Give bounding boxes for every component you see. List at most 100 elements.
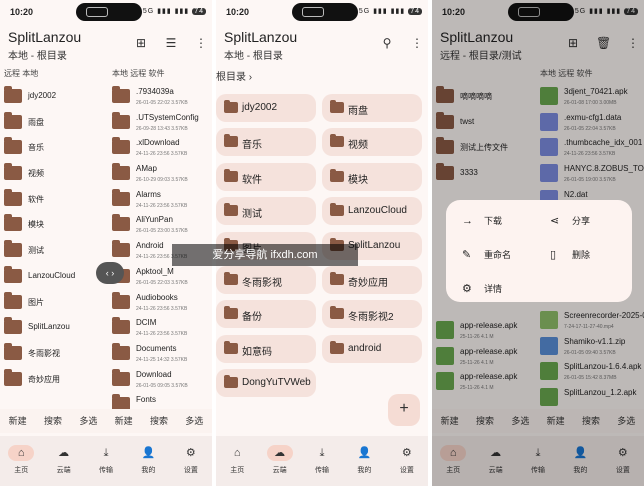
more-icon[interactable]: ⋮ (194, 36, 208, 50)
folder-name: 测试 (242, 209, 262, 221)
folder-icon (330, 272, 344, 285)
folder-chip[interactable]: jdy2002 (216, 94, 316, 122)
item-name: AMap (136, 164, 157, 174)
folder-chip[interactable]: 软件 (216, 162, 316, 191)
folder-icon (112, 240, 130, 258)
multi-select-button-right[interactable]: 多选 (177, 409, 212, 433)
folder-chip[interactable]: 测试 (216, 197, 316, 226)
folder-chip[interactable]: 奇妙应用 (322, 266, 422, 294)
nav-settings[interactable]: ⚙ 设置 (386, 436, 428, 486)
download-icon: ⤓ (103, 447, 109, 459)
folder-icon (112, 137, 130, 155)
list-item[interactable]: 雨盘 (4, 110, 104, 136)
folder-icon (224, 306, 238, 320)
nav-home[interactable]: ⌂ 主页 (0, 436, 42, 486)
nav-home[interactable]: ⌂ 主页 (216, 436, 258, 486)
nav-settings[interactable]: ⚙ 设置 (170, 436, 212, 486)
folder-chip[interactable]: android (322, 334, 422, 363)
nav-transfer[interactable]: ⤓ 传输 (301, 436, 343, 486)
new-button-left[interactable]: 新建 (0, 409, 35, 433)
search-icon[interactable]: ⚲ (380, 36, 394, 50)
list-item[interactable]: 音乐 (4, 135, 104, 161)
folder-icon (112, 342, 130, 360)
list-item[interactable]: .UTSystemConfig 26-09-28 13:43 3.57KB (112, 110, 212, 136)
item-name: 音乐 (28, 143, 44, 153)
folder-icon (224, 134, 238, 148)
item-meta: 24-11-26 23:56 3.57KB (136, 202, 188, 209)
folder-chip[interactable]: 雨盘 (322, 94, 422, 122)
app-title: SplitLanzou (8, 29, 82, 45)
menu-rename[interactable]: ✎ 重命名 (462, 248, 511, 261)
folder-name: android (348, 342, 382, 354)
list-item[interactable]: .xlDownload 24-11-26 23:56 3.57KB (112, 135, 212, 161)
nav-transfer[interactable]: ⤓ 传输 (85, 436, 127, 486)
menu-download[interactable]: → 下载 (462, 214, 502, 227)
breadcrumb-root[interactable]: 根目录 (216, 72, 246, 83)
list-item[interactable]: LanzouCloud (4, 264, 104, 290)
search-button-left[interactable]: 搜索 (35, 409, 70, 433)
list-item[interactable]: Audiobooks 24-11-26 23:56 3.57KB (112, 290, 212, 316)
split-drag-handle[interactable]: ‹ › (96, 262, 124, 284)
camera-island (76, 3, 142, 21)
list-item[interactable]: AMap 26-10-29 09:03 3.57KB (112, 161, 212, 187)
list-item[interactable]: 图片 (4, 290, 104, 316)
folder-chip[interactable]: 模块 (322, 162, 422, 191)
folder-chip[interactable]: LanzouCloud (322, 197, 422, 226)
list-item[interactable]: 冬雨影视 (4, 341, 104, 367)
folder-chip[interactable]: 音乐 (216, 128, 316, 157)
item-name: Alarms (136, 189, 161, 199)
list-item[interactable]: Apktool_M 26-01-05 22:03 3.57KB (112, 264, 212, 290)
list-item[interactable]: 奇妙应用 (4, 367, 104, 393)
screenshot-stage: 10:20 5G ▮▮▮ ▮▮▮ 74 SplitLanzou 本地 - 根目录… (0, 0, 644, 486)
status-time: 10:20 (10, 7, 34, 17)
list-item[interactable]: jdy2002 (4, 84, 104, 110)
list-item[interactable]: 视频 (4, 161, 104, 187)
folder-icon (4, 342, 22, 360)
folder-chip[interactable]: 视频 (322, 128, 422, 157)
list-item[interactable]: AliYunPan 26-01-05 23:00 3.57KB (112, 212, 212, 238)
folder-icon (112, 111, 130, 129)
menu-delete[interactable]: ▯ 删除 (550, 248, 590, 261)
add-folder-icon[interactable]: ⊞ (134, 36, 148, 50)
more-icon[interactable]: ⋮ (410, 36, 424, 50)
folder-icon (112, 188, 130, 206)
phone-dual-pane: 10:20 5G ▮▮▮ ▮▮▮ 74 SplitLanzou 本地 - 根目录… (0, 0, 212, 486)
menu-details[interactable]: ⚙ 详情 (462, 282, 502, 295)
list-item[interactable]: 测试 (4, 238, 104, 264)
gear-icon: ⚙ (185, 447, 196, 459)
sort-icon[interactable]: ☰ (164, 36, 178, 50)
breadcrumb[interactable]: 根目录 › (216, 68, 252, 83)
search-button-right[interactable]: 搜索 (141, 409, 176, 433)
home-icon: ⌂ (8, 445, 35, 461)
list-item[interactable]: DCIM 24-11-26 23:56 3.57KB (112, 315, 212, 341)
folder-chip[interactable]: 冬雨影视 (216, 266, 316, 294)
multi-select-button-left[interactable]: 多选 (71, 409, 106, 433)
list-item[interactable]: .7934039a 26-01-05 22:02 3.57KB (112, 84, 212, 110)
folder-chip[interactable]: 冬雨影视2 (322, 300, 422, 329)
nav-mine[interactable]: 👤 我的 (127, 436, 169, 486)
island-pill-icon (86, 7, 108, 17)
nav-mine[interactable]: 👤 我的 (343, 436, 385, 486)
list-item[interactable]: Alarms 24-11-26 23:56 3.57KB (112, 187, 212, 213)
item-name: .7934039a (136, 87, 174, 96)
nav-cloud[interactable]: ☁ 云端 (42, 436, 84, 486)
list-item[interactable]: SplitLanzou (4, 315, 104, 341)
add-fab-button[interactable]: + (388, 394, 420, 426)
folder-icon (330, 100, 344, 113)
item-meta: 24-11-26 23:56 3.57KB (136, 151, 188, 158)
nav-cloud[interactable]: ☁ 云端 (258, 436, 300, 486)
list-item[interactable]: 模块 (4, 212, 104, 238)
status-right: 5G ▮▮▮ ▮▮▮ 74 (359, 7, 422, 15)
folder-icon (4, 214, 22, 232)
list-item[interactable]: 软件 (4, 187, 104, 213)
list-item[interactable]: Download 26-01-05 09:05 3.57KB (112, 367, 212, 393)
folder-chip[interactable]: 如意码 (216, 334, 316, 363)
menu-share[interactable]: ⋖ 分享 (550, 214, 590, 227)
folder-chip[interactable]: DongYuTVWeb (216, 369, 316, 398)
folder-chip[interactable]: 备份 (216, 300, 316, 329)
gear-icon: ⚙ (462, 283, 472, 295)
signal-text: 5G ▮▮▮ ▮▮▮ (142, 8, 190, 15)
list-item[interactable]: Documents 24-11-25 14:32 3.57KB (112, 341, 212, 367)
folder-icon (4, 368, 22, 386)
new-button-right[interactable]: 新建 (106, 409, 141, 433)
